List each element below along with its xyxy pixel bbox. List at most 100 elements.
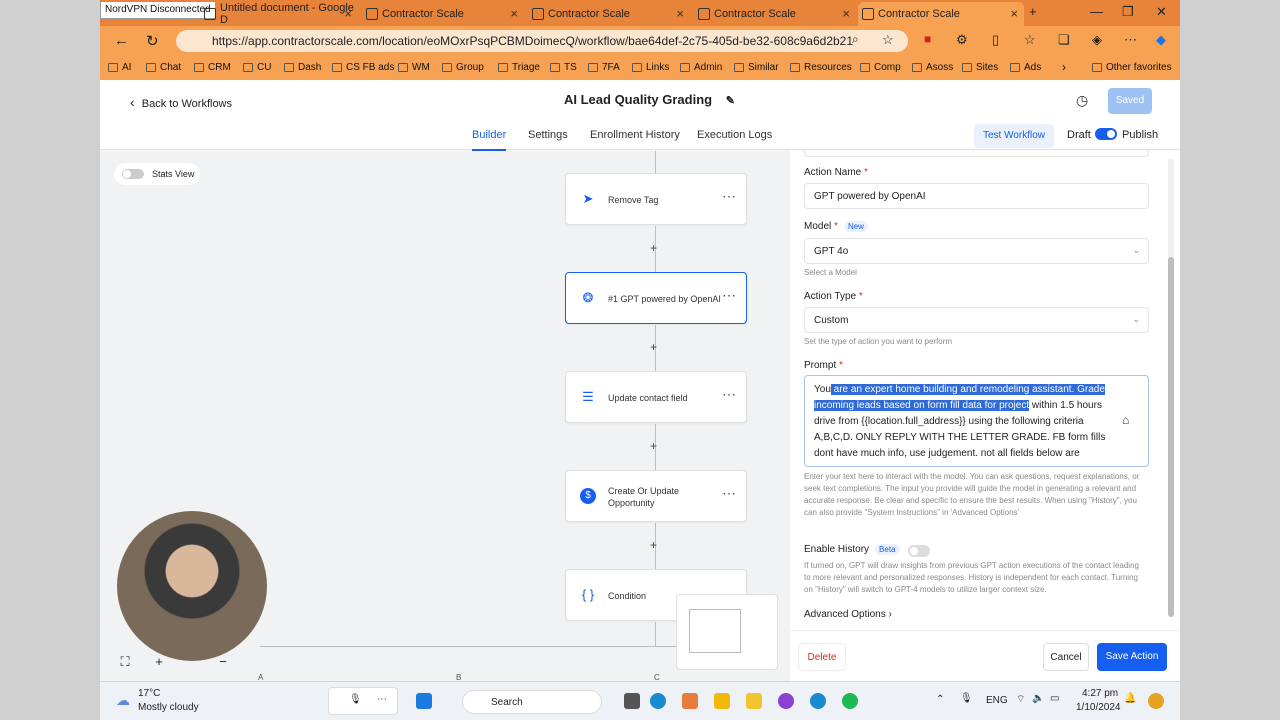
tab-google-doc[interactable]: Untitled document - Google D × (200, 2, 358, 26)
bookmark-item[interactable]: Triage (498, 62, 540, 73)
tab-builder[interactable]: Builder (472, 129, 507, 151)
explorer-icon[interactable] (714, 693, 730, 709)
tab-execution-logs[interactable]: Execution Logs (697, 129, 772, 141)
new-tab-icon[interactable]: + (1029, 4, 1037, 19)
shield-icon[interactable]: ◈ (1092, 32, 1102, 48)
bookmark-item[interactable]: WM (398, 62, 430, 73)
clock-date[interactable]: 1/10/2024 (1076, 702, 1121, 713)
tab-contractor-2[interactable]: Contractor Scale × (528, 2, 690, 26)
bookmark-item[interactable]: TS (550, 62, 577, 73)
bookmark-item[interactable]: CRM (194, 62, 231, 73)
close-icon[interactable]: × (344, 6, 352, 21)
extension-icon[interactable]: ■ (924, 32, 931, 46)
enable-history-toggle[interactable] (908, 545, 930, 557)
tab-contractor-1[interactable]: Contractor Scale × (362, 2, 524, 26)
node-gpt-openai[interactable]: ❂ #1 GPT powered by OpenAI ⋯ (565, 272, 747, 324)
split-screen-icon[interactable]: ▯ (992, 32, 999, 48)
language-indicator[interactable]: ENG (986, 695, 1008, 706)
tab-contractor-active[interactable]: Contractor Scale × (858, 2, 1024, 26)
windows-start-icon[interactable] (416, 693, 432, 709)
zoom-out-icon[interactable]: − (212, 651, 234, 673)
saved-button[interactable]: Saved (1108, 88, 1152, 114)
more-options-icon[interactable]: ⋯ (722, 287, 736, 304)
bookmark-item[interactable]: Links (632, 62, 669, 73)
bookmark-item[interactable]: Sites (962, 62, 998, 73)
favorites-icon[interactable]: ☆ (1024, 32, 1036, 48)
bookmark-item[interactable]: Ads (1010, 62, 1041, 73)
mic-icon[interactable]: 🎙 (349, 694, 362, 705)
more-options-icon[interactable]: ⋯ (722, 485, 736, 502)
custom-values-tag-icon[interactable]: ⌂ (1122, 413, 1129, 427)
action-type-select[interactable]: Custom ⌄ (804, 307, 1149, 333)
more-options-icon[interactable]: ⋯ (722, 188, 736, 205)
back-to-workflows-link[interactable]: ‹ Back to Workflows (130, 94, 232, 110)
cancel-button[interactable]: Cancel (1043, 643, 1089, 671)
refresh-icon[interactable]: ↻ (146, 32, 159, 50)
url-input[interactable]: https://app.contractorscale.com/location… (176, 30, 908, 52)
history-icon[interactable]: ◷ (1076, 92, 1088, 109)
node-remove-tag[interactable]: ➤ Remove Tag ⋯ (565, 173, 747, 225)
tab-contractor-3[interactable]: Contractor Scale × (694, 2, 856, 26)
tab-settings[interactable]: Settings (528, 129, 568, 141)
scrollbar-thumb[interactable] (1168, 257, 1174, 617)
files-icon[interactable] (746, 693, 762, 709)
collections-icon[interactable]: ❏ (1058, 32, 1070, 48)
spotify-icon[interactable] (842, 693, 858, 709)
notification-icon[interactable]: 🔔 (1124, 693, 1136, 704)
taskbar-search[interactable]: Search (462, 690, 602, 714)
stats-view-toggle[interactable]: Stats View (114, 163, 200, 185)
app-icon[interactable] (682, 693, 698, 709)
prompt-textarea[interactable]: You are an expert home building and remo… (804, 375, 1149, 467)
action-name-input[interactable]: GPT powered by OpenAI (804, 183, 1149, 209)
close-icon[interactable]: × (676, 6, 684, 21)
node-update-contact-field[interactable]: ☰ Update contact field ⋯ (565, 371, 747, 423)
bookmark-item[interactable]: Comp (860, 62, 901, 73)
minimap[interactable] (676, 594, 778, 670)
previous-field[interactable] (804, 151, 1149, 157)
bookmark-item[interactable]: Admin (680, 62, 722, 73)
other-favorites[interactable]: Other favorites (1092, 62, 1172, 73)
fullscreen-icon[interactable]: ⛶ (114, 651, 136, 673)
bookmark-item[interactable]: Group (442, 62, 484, 73)
close-icon[interactable]: × (510, 6, 518, 21)
puzzle-icon[interactable]: ⚙ (956, 32, 968, 48)
clock-time[interactable]: 4:27 pm (1082, 688, 1118, 699)
copilot-taskbar-icon[interactable] (1148, 693, 1164, 709)
star-icon[interactable]: ☆ (882, 32, 894, 48)
workflow-canvas[interactable]: Stats View ➤ Remove Tag ⋯ + ❂ #1 GPT pow… (100, 151, 790, 681)
edge-icon[interactable] (650, 693, 666, 709)
copilot-icon[interactable]: ◆ (1156, 32, 1166, 48)
close-icon[interactable]: × (1010, 6, 1018, 21)
save-action-button[interactable]: Save Action (1097, 643, 1167, 671)
tab-enrollment-history[interactable]: Enrollment History (590, 129, 680, 141)
bookmark-item[interactable]: Asoss (912, 62, 953, 73)
bookmark-item[interactable]: AI (108, 62, 131, 73)
add-step-icon[interactable]: + (650, 439, 657, 453)
wifi-icon[interactable]: ⌔ (1016, 693, 1025, 706)
advanced-options-toggle[interactable]: Advanced Options › (804, 609, 892, 620)
bookmark-item[interactable]: CU (243, 62, 271, 73)
mic-widget[interactable]: 🎙 ⋯ (328, 687, 398, 715)
toggle-switch[interactable] (122, 169, 144, 179)
mic-tray-icon[interactable]: 🎙 (960, 693, 973, 704)
chevron-right-icon[interactable]: › (1062, 60, 1066, 74)
more-icon[interactable]: ⋯ (1124, 32, 1137, 48)
pencil-icon[interactable]: ✎ (726, 95, 735, 107)
publish-toggle[interactable] (1095, 128, 1117, 140)
node-create-update-opportunity[interactable]: $ Create Or Update Opportunity ⋯ (565, 470, 747, 522)
bookmark-item[interactable]: Resources (790, 62, 852, 73)
battery-icon[interactable]: ▭ (1050, 693, 1059, 704)
minimize-icon[interactable]: — (1090, 4, 1103, 19)
bookmark-item[interactable]: Chat (146, 62, 181, 73)
bookmark-item[interactable]: Similar (734, 62, 779, 73)
task-view-icon[interactable] (624, 693, 640, 709)
add-step-icon[interactable]: + (650, 241, 657, 255)
add-step-icon[interactable]: + (650, 340, 657, 354)
weather-icon[interactable]: ☁ (116, 692, 130, 709)
add-step-icon[interactable]: + (650, 538, 657, 552)
back-icon[interactable]: ← (114, 32, 129, 49)
panel-scrollbar[interactable] (1168, 159, 1174, 617)
app2-icon[interactable] (778, 693, 794, 709)
test-workflow-button[interactable]: Test Workflow (974, 124, 1054, 148)
model-select[interactable]: GPT 4o ⌄ (804, 238, 1149, 264)
